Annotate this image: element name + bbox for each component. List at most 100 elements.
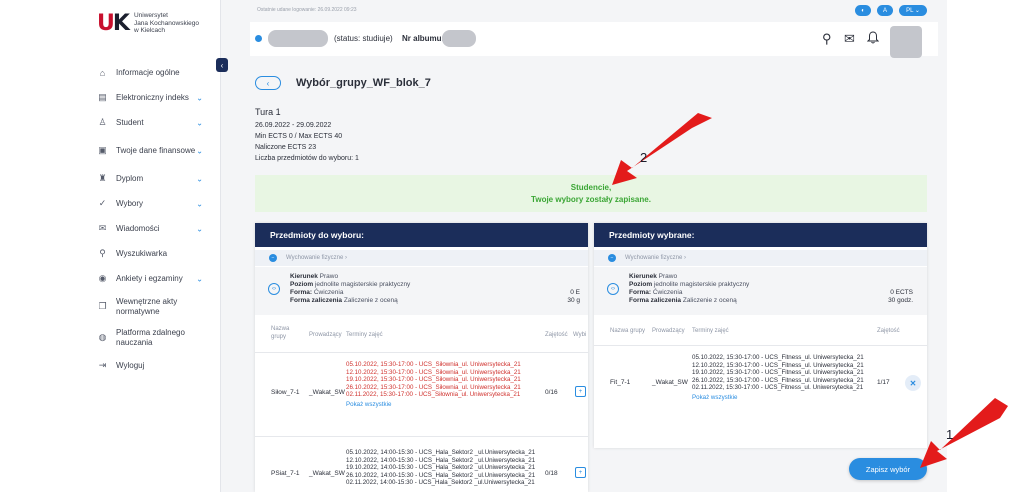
table-row: Fit_7-1 _Wakat_SW 05.10.2022, 15:30-17:0…	[594, 345, 927, 421]
sidebar-item-informacje[interactable]: ⌂ Informacje ogólne	[77, 60, 221, 85]
save-choice-button[interactable]: Zapisz wybór	[849, 458, 927, 480]
logo-mark: UK	[97, 11, 130, 36]
user-header: (status: studiuje) Nr albumu: ⚲ ✉	[250, 22, 938, 58]
round-info: 26.09.2022 - 29.09.2022 Min ECTS 0 / Max…	[255, 120, 359, 164]
logo-text: Uniwersytet Jana Kochanowskiego w Kielca…	[133, 12, 199, 34]
ects-accrued: Naliczone ECTS 23	[255, 144, 317, 151]
diploma-icon: ♜	[98, 173, 107, 183]
table-row: PSiat_7-1 _Wakat_SW 05.10.2022, 14:00-15…	[255, 436, 588, 492]
sidebar-item-label: Wybory	[116, 198, 144, 208]
survey-icon: ◉	[98, 273, 107, 283]
success-message: Studencie, Twoje wybory zostały zapisane…	[255, 175, 927, 212]
sidebar: UK Uniwersytet Jana Kochanowskiego w Kie…	[77, 0, 221, 492]
status-dot	[255, 35, 262, 42]
sidebar-item-ankiety[interactable]: ◉ Ankiety i egzaminy ⌄	[77, 266, 221, 291]
chevron-down-icon: ⌄	[196, 146, 203, 155]
chevron-down-icon: ⌄	[196, 93, 203, 102]
sidebar-item-label: Wyszukiwarka	[116, 248, 168, 258]
sidebar-item-label: Wewnętrzne akty normatywne	[116, 296, 178, 316]
panel-title: Przedmioty wybrane:	[594, 223, 927, 247]
chevron-down-icon: ⌄	[196, 199, 203, 208]
font-size-toggle[interactable]: A	[877, 5, 893, 16]
sidebar-item-wyloguj[interactable]: ⇥ Wyloguj	[77, 353, 221, 378]
sidebar-collapse-button[interactable]: ‹	[216, 58, 228, 72]
main-content: Ostatnie udane logowanie: 26.09.2022 09:…	[228, 0, 947, 492]
sidebar-item-indeks[interactable]: ▤ Elektroniczny indeks ⌄	[77, 85, 221, 110]
home-icon: ⌂	[99, 67, 106, 78]
ects-range: Min ECTS 0 / Max ECTS 40	[255, 133, 343, 140]
page-title: Wybór_grupy_WF_blok_7	[296, 77, 431, 89]
round-dates: 26.09.2022 - 29.09.2022	[255, 122, 332, 129]
round-title: Tura 1	[255, 107, 281, 117]
sidebar-item-label: Student	[116, 117, 144, 127]
search-icon[interactable]: ⚲	[822, 31, 832, 47]
album-number-redacted	[442, 30, 476, 47]
mail-icon[interactable]: ✉	[844, 31, 855, 47]
minus-icon: −	[608, 254, 616, 262]
money-icon: ▣	[98, 145, 107, 155]
course-info: ‹› Kierunek Prawo Poziom jednolite magis…	[594, 267, 927, 315]
available-subjects-panel: Przedmioty do wyboru: − Wychowanie fizycz…	[255, 223, 588, 492]
sidebar-item-student[interactable]: ♙ Student ⌄	[77, 110, 221, 135]
subject-group-header[interactable]: − Wychowanie fizyczne ›	[255, 250, 588, 266]
remove-group-button[interactable]: ✕	[905, 375, 921, 391]
subjects-count: Liczba przedmiotów do wyboru: 1	[255, 155, 359, 162]
chevron-left-icon: ‹	[220, 60, 224, 70]
language-select[interactable]: PL ⌄	[899, 5, 927, 16]
annotation-label-1: 1	[946, 427, 954, 442]
show-all-link[interactable]: Pokaż wszystkie	[346, 401, 521, 409]
subject-group-header[interactable]: − Wychowanie fizyczne ›	[594, 250, 927, 266]
document-icon: ❐	[98, 301, 107, 311]
expand-icon[interactable]: ‹›	[268, 283, 280, 295]
sidebar-item-finanse[interactable]: ▣ Twoje dane finansowe ⌄	[77, 135, 221, 166]
selected-subjects-panel: Przedmioty wybrane: − Wychowanie fizyczne…	[594, 223, 927, 448]
app-frame: UK Uniwersytet Jana Kochanowskiego w Kie…	[77, 0, 947, 492]
table-header: Nazwa grupy Prowadzący Terminy zajęć Zaj…	[271, 326, 587, 340]
sidebar-item-platforma[interactable]: ◍ Platforma zdalnego nauczania	[77, 322, 221, 353]
book-icon: ▤	[98, 92, 107, 102]
avatar[interactable]	[890, 26, 922, 58]
back-button[interactable]: ‹	[255, 76, 281, 90]
sidebar-item-dyplom[interactable]: ♜ Dyplom ⌄	[77, 166, 221, 191]
mail-icon: ✉	[98, 223, 107, 233]
logout-icon: ⇥	[98, 360, 107, 370]
sidebar-item-label: Platforma zdalnego nauczania	[116, 327, 185, 347]
accessibility-controls: ◐ A PL ⌄	[855, 5, 927, 16]
sidebar-item-label: Twoje dane finansowe	[116, 145, 196, 155]
sidebar-item-wybory[interactable]: ✓ Wybory ⌄	[77, 191, 221, 216]
sidebar-item-label: Elektroniczny indeks	[116, 92, 189, 102]
table-row: Siłow_7-1 _Wakat_SW 05.10.2022, 15:30-17…	[255, 352, 588, 436]
annotation-label-2: 2	[640, 150, 648, 165]
show-all-link[interactable]: Pokaż wszystkie	[692, 394, 864, 402]
chevron-down-icon: ⌄	[196, 174, 203, 183]
sidebar-item-akty[interactable]: ❐ Wewnętrzne akty normatywne	[77, 291, 221, 322]
search-icon: ⚲	[99, 248, 106, 258]
platform-icon: ◍	[98, 332, 107, 342]
chevron-down-icon: ⌄	[196, 224, 203, 233]
minus-icon: −	[269, 254, 277, 262]
expand-icon[interactable]: ‹›	[607, 283, 619, 295]
sidebar-item-wyszukiwarka[interactable]: ⚲ Wyszukiwarka	[77, 241, 221, 266]
album-number-label: Nr albumu:	[402, 34, 445, 43]
sidebar-item-label: Ankiety i egzaminy	[116, 273, 183, 283]
chevron-down-icon: ⌄	[196, 274, 203, 283]
select-group-button[interactable]: +	[575, 467, 586, 478]
panel-title: Przedmioty do wyboru:	[255, 223, 588, 247]
check-icon: ✓	[98, 198, 107, 208]
sidebar-item-label: Wyloguj	[116, 360, 145, 370]
sidebar-nav: ⌂ Informacje ogólne ▤ Elektroniczny indeks…	[77, 60, 221, 378]
course-info: ‹› Kierunek Prawo Poziom jednolite magis…	[255, 267, 588, 315]
last-login-info: Ostatnie udane logowanie: 26.09.2022 09:…	[257, 7, 357, 13]
bell-icon[interactable]	[866, 31, 880, 47]
contrast-toggle[interactable]: ◐	[855, 5, 871, 16]
sidebar-item-label: Dyplom	[116, 173, 144, 183]
university-logo[interactable]: UK Uniwersytet Jana Kochanowskiego w Kie…	[97, 12, 212, 36]
sidebar-item-label: Informacje ogólne	[116, 67, 180, 77]
chevron-down-icon: ⌄	[196, 118, 203, 127]
sidebar-item-label: Wiadomości	[116, 223, 160, 233]
student-status: (status: studiuje)	[334, 34, 393, 43]
select-group-button[interactable]: +	[575, 386, 586, 397]
user-name-redacted	[268, 30, 328, 47]
table-header: Nazwa grupy Prowadzący Terminy zajęć Zaj…	[610, 328, 900, 334]
sidebar-item-wiadomosci[interactable]: ✉ Wiadomości ⌄	[77, 216, 221, 241]
